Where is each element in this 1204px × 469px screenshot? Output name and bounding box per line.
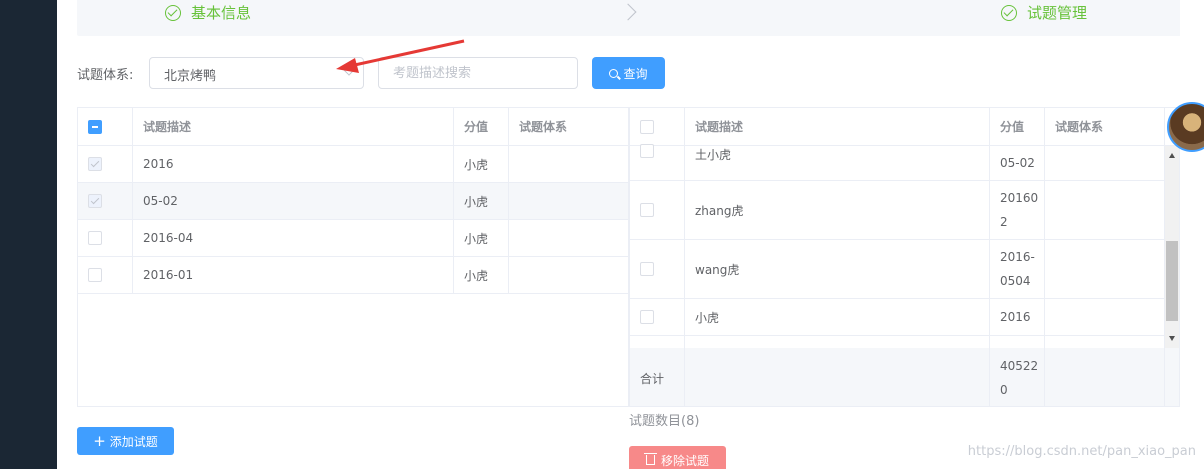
cell-score: 小虎 — [454, 257, 509, 293]
row-checkbox[interactable] — [88, 194, 102, 208]
select-all-checkbox[interactable] — [88, 119, 102, 134]
cell-desc: 小虎 — [685, 299, 990, 335]
cell-score: 小虎 — [454, 183, 509, 219]
select-all-checkbox[interactable] — [640, 119, 654, 134]
column-header: 试题体系 — [1045, 108, 1165, 145]
check-circle-icon — [165, 4, 181, 21]
cell-desc: 2016-01 — [133, 257, 454, 293]
column-header: 试题描述 — [685, 108, 990, 145]
cell-system — [1045, 181, 1165, 239]
row-checkbox[interactable] — [640, 262, 654, 276]
cell-desc: 2016 — [133, 146, 454, 182]
column-header: 试题体系 — [519, 120, 568, 134]
table-row[interactable]: 小虎 2016 — [630, 299, 1179, 336]
select-value: 北京烤鸭 — [164, 69, 217, 84]
table-header: 试题描述 分值 试题体系 — [78, 108, 628, 146]
table-row[interactable]: 2016-04 小虎 — [78, 220, 628, 257]
row-checkbox[interactable] — [640, 144, 654, 158]
column-header: 分值 — [990, 108, 1045, 145]
cell-system — [1045, 240, 1165, 298]
main-content: 基本信息 试题管理 试题体系: 北京烤鸭 查询 试题描述 分值 试题体系 201… — [57, 0, 1204, 469]
total-label: 合计 — [630, 348, 685, 406]
chevron-down-icon — [343, 64, 355, 76]
cell-system — [509, 257, 628, 293]
table-row[interactable]: wang虎 2016- 0504 — [630, 240, 1179, 299]
steps-bar: 基本信息 试题管理 — [77, 0, 1180, 36]
row-checkbox[interactable] — [88, 231, 102, 245]
table-row[interactable]: zhang虎 20160 2 — [630, 181, 1179, 240]
table-row[interactable]: 2016 小虎 — [78, 146, 628, 183]
cell-score: 小虎 — [454, 146, 509, 182]
query-button[interactable]: 查询 — [592, 57, 665, 89]
watermark: https://blog.csdn.net/pan_xiao_pan — [967, 444, 1196, 459]
row-checkbox[interactable] — [640, 310, 654, 324]
cell-system — [509, 183, 628, 219]
column-header: 分值 — [454, 108, 509, 145]
cell-desc: 05-02 — [133, 183, 454, 219]
cell-score: 2016- 0504 — [990, 240, 1045, 298]
filter-label: 试题体系: — [77, 68, 134, 83]
cell-system — [509, 220, 628, 256]
plus-icon: + — [93, 431, 106, 450]
cell-score: 小虎 — [454, 220, 509, 256]
table-row[interactable]: 土小虎 05-02 — [630, 144, 1179, 181]
scrollbar[interactable] — [1165, 146, 1179, 348]
remove-label: 移除试题 — [660, 453, 709, 468]
row-checkbox[interactable] — [88, 268, 102, 282]
cell-system — [509, 146, 628, 182]
search-icon — [609, 68, 619, 78]
table-row[interactable]: 05-02 小虎 — [78, 183, 628, 220]
cell-system — [1045, 146, 1165, 180]
question-system-select[interactable]: 北京烤鸭 — [149, 57, 364, 89]
cell-score: 05-02 — [990, 146, 1045, 180]
step-label: 试题管理 — [1027, 4, 1088, 22]
question-count: 试题数目(8) — [629, 414, 700, 429]
chevron-right-icon — [619, 3, 637, 21]
table-row-partial — [630, 336, 1179, 348]
summary-row: 合计 40522 0 — [630, 348, 1179, 406]
right-selected-table: 试题描述 分值 试题体系 土小虎 05-02 zhang虎 20160 2 wa… — [629, 107, 1180, 407]
query-label: 查询 — [623, 66, 648, 81]
cell-desc: 土小虎 — [685, 146, 990, 180]
cell-score: 2016 — [990, 299, 1045, 335]
row-checkbox[interactable] — [640, 203, 654, 217]
table-header: 试题描述 分值 试题体系 — [630, 108, 1179, 146]
add-label: 添加试题 — [109, 434, 158, 449]
search-input[interactable] — [378, 57, 578, 89]
cell-score: 20160 2 — [990, 181, 1045, 239]
row-checkbox[interactable] — [88, 157, 102, 171]
step-question-manage: 试题管理 — [1001, 2, 1087, 23]
remove-question-button[interactable]: 移除试题 — [629, 446, 726, 469]
scrollbar-thumb[interactable] — [1166, 241, 1178, 321]
step-label: 基本信息 — [191, 4, 252, 22]
check-circle-icon — [1001, 4, 1017, 21]
add-question-button[interactable]: + 添加试题 — [77, 427, 174, 455]
cell-desc: wang虎 — [685, 240, 990, 298]
total-value: 40522 0 — [990, 348, 1045, 406]
table-row[interactable]: 2016-01 小虎 — [78, 257, 628, 294]
column-header: 试题描述 — [133, 108, 454, 145]
left-question-table: 试题描述 分值 试题体系 2016 小虎 05-02 小虎 2016-04 小虎… — [77, 107, 629, 407]
trash-icon — [643, 453, 657, 465]
cell-desc: 2016-04 — [133, 220, 454, 256]
left-sidebar — [0, 0, 57, 469]
cell-system — [1045, 299, 1165, 335]
step-basic-info: 基本信息 — [165, 2, 251, 23]
cell-desc: zhang虎 — [685, 181, 990, 239]
